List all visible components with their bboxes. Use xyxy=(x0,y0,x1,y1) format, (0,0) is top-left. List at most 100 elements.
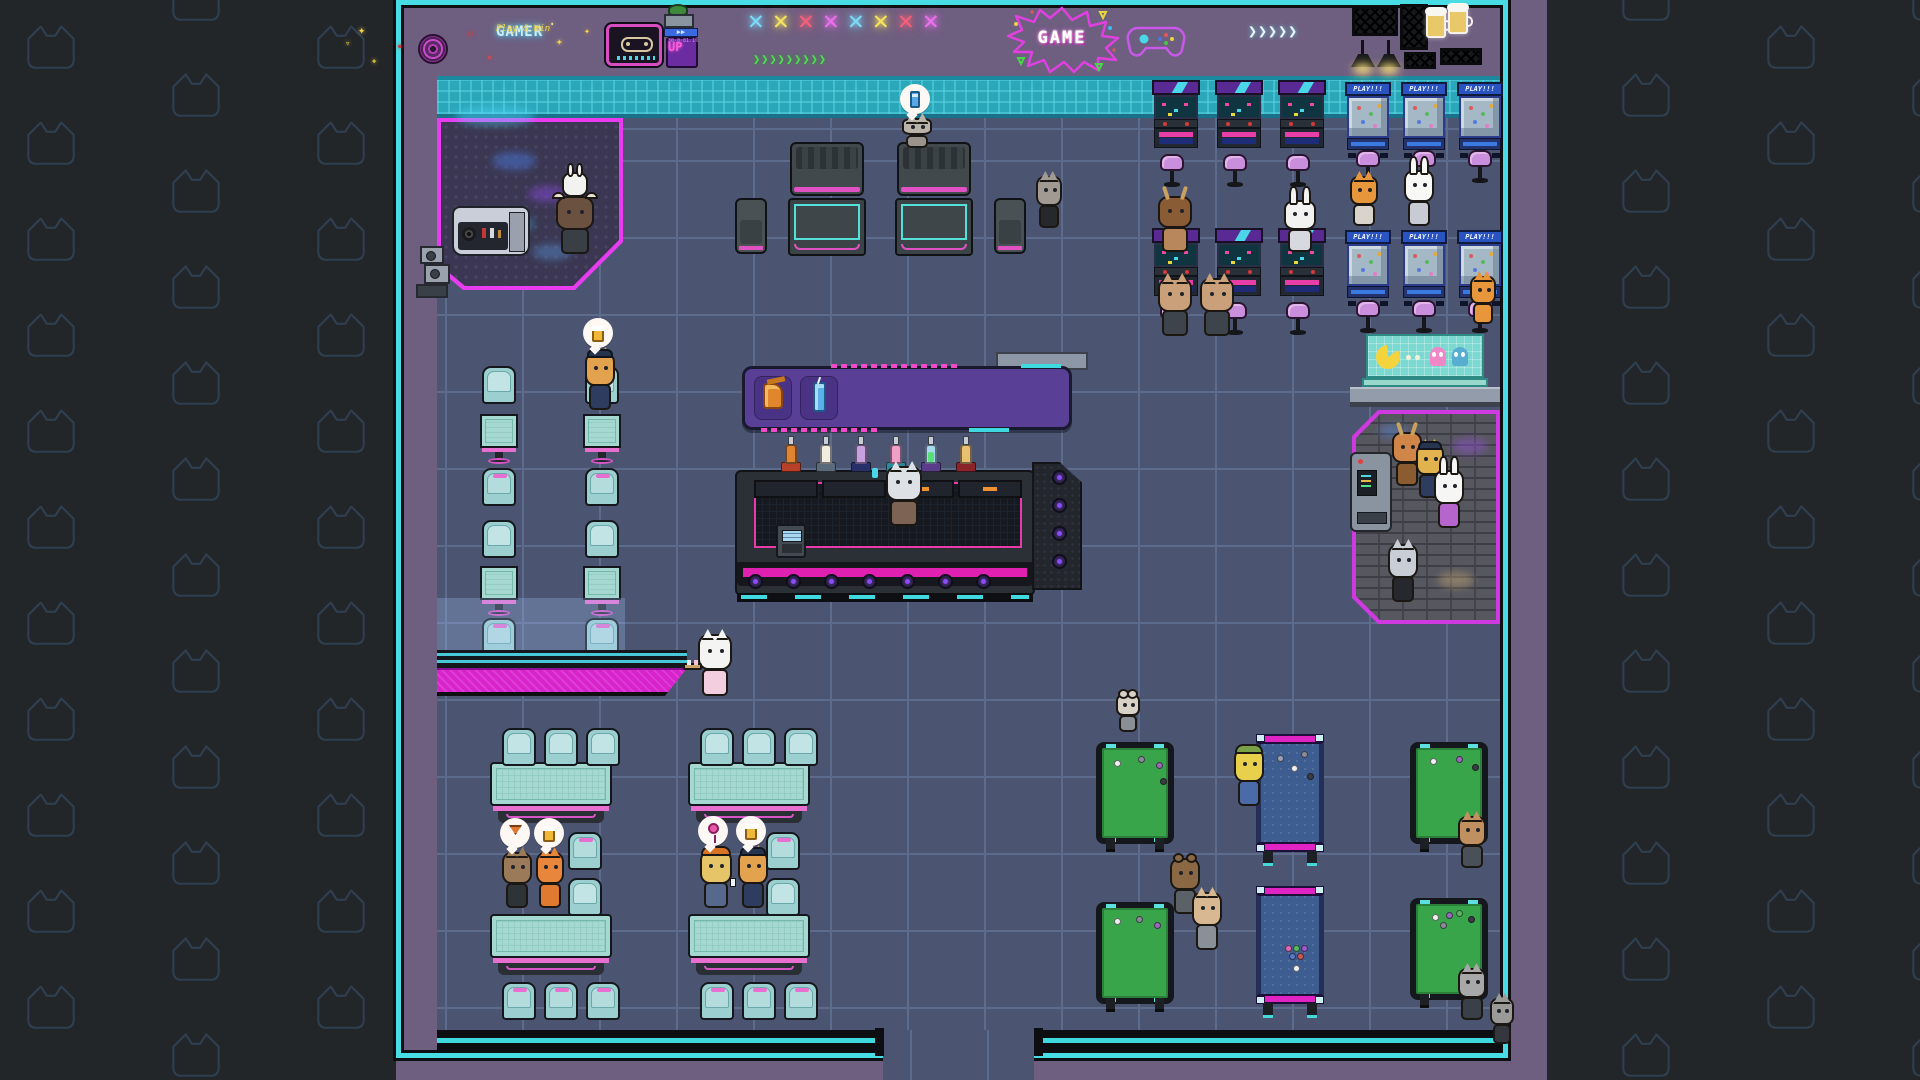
entrance-doorway[interactable] xyxy=(883,1030,1034,1080)
menu-slot-soda[interactable] xyxy=(800,376,838,420)
character-diner-tiger-pilot[interactable] xyxy=(738,850,768,908)
character-eyes xyxy=(1443,484,1447,488)
character-claw-orange-cat[interactable] xyxy=(1350,176,1378,226)
character-lounge-husky[interactable] xyxy=(1388,544,1418,602)
character-body xyxy=(1461,997,1482,1020)
dining-chair[interactable] xyxy=(784,982,818,1020)
arcade-stool[interactable] xyxy=(1223,154,1247,188)
seat-chair[interactable] xyxy=(482,520,516,558)
character-bartender-husky[interactable] xyxy=(886,466,922,526)
character-lounge-white-rabbit[interactable] xyxy=(1434,470,1464,528)
dining-chair[interactable] xyxy=(742,728,776,766)
character-eyes xyxy=(1201,906,1205,910)
beer-icon xyxy=(745,824,757,840)
dining-chair[interactable] xyxy=(742,982,776,1020)
dining-chair[interactable] xyxy=(502,728,536,766)
dining-chair[interactable] xyxy=(544,982,578,1020)
dining-chair[interactable] xyxy=(586,982,620,1020)
character-body xyxy=(890,500,917,526)
character-pool-brown-cat[interactable] xyxy=(1458,816,1486,868)
character-claw-white-bunny[interactable] xyxy=(1404,170,1434,226)
claw-machine[interactable]: PLAY!!! xyxy=(1345,230,1391,302)
dining-chair[interactable] xyxy=(766,878,800,916)
character-exit-gray-cat[interactable] xyxy=(1490,998,1514,1044)
dining-table[interactable] xyxy=(490,914,612,976)
character-diner-lion[interactable] xyxy=(700,850,732,908)
dining-chair[interactable] xyxy=(568,878,602,916)
character-arcade-deer[interactable] xyxy=(1158,196,1192,252)
seat-chair[interactable] xyxy=(585,520,619,558)
seat-table[interactable] xyxy=(583,414,621,464)
speech-bubble-beer xyxy=(583,318,613,348)
character-seat-tiger-pilot[interactable] xyxy=(585,352,615,410)
pool-table-blue[interactable] xyxy=(1256,736,1324,850)
pool-table-green[interactable] xyxy=(1096,742,1174,844)
dining-chair[interactable] xyxy=(700,982,734,1020)
arcade-stool[interactable] xyxy=(1286,154,1310,188)
seat-chair[interactable] xyxy=(585,468,619,506)
dining-table[interactable] xyxy=(688,914,810,976)
jukebox[interactable] xyxy=(1350,452,1392,532)
dining-chair[interactable] xyxy=(544,728,578,766)
character-pool-duck[interactable] xyxy=(1234,748,1264,806)
dining-chair[interactable] xyxy=(700,728,734,766)
rabbit-ear-icon xyxy=(1289,186,1298,205)
booth-table[interactable] xyxy=(895,198,973,256)
character-head xyxy=(1158,278,1192,312)
booth-side-chair[interactable] xyxy=(994,198,1026,254)
character-pool-hamster[interactable] xyxy=(1116,694,1140,732)
character-arcade-tan-cat-1[interactable] xyxy=(1158,278,1192,336)
pool-ball xyxy=(1277,755,1284,762)
pool-table-blue[interactable] xyxy=(1256,888,1324,1002)
dining-table[interactable] xyxy=(688,762,810,824)
character-arcade-tan-cat-2[interactable] xyxy=(1200,278,1234,336)
character-pool-gray-cat[interactable] xyxy=(1458,968,1486,1020)
dining-chair[interactable] xyxy=(502,982,536,1020)
arcade-stool[interactable] xyxy=(1356,300,1380,334)
dj-console[interactable] xyxy=(452,206,530,256)
character-waitress-maid-cat[interactable] xyxy=(698,634,732,696)
bar-wing-light xyxy=(1052,498,1067,513)
seat-chair[interactable] xyxy=(482,468,516,506)
character-dj-bull[interactable] xyxy=(556,196,594,254)
dining-chair[interactable] xyxy=(586,728,620,766)
claw-machine[interactable]: PLAY!!! xyxy=(1401,230,1447,302)
cyan-accent xyxy=(1021,364,1061,368)
arcade-cabinet[interactable] xyxy=(1215,80,1263,148)
character-pool-tan-cat[interactable] xyxy=(1192,892,1222,950)
arcade-cabinet[interactable] xyxy=(1152,80,1200,148)
arcade-cabinet[interactable] xyxy=(1278,80,1326,148)
subwoofer-box xyxy=(416,284,448,298)
arcade-stool[interactable] xyxy=(1286,302,1310,336)
character-sofa-tabby-cat[interactable] xyxy=(902,118,932,148)
arcade-stool[interactable] xyxy=(1468,150,1492,184)
dining-chair[interactable] xyxy=(766,832,800,870)
claw-machine[interactable]: PLAY!!! xyxy=(1401,82,1447,154)
character-diner-fox[interactable] xyxy=(536,852,564,908)
claw-machine[interactable]: PLAY!!! xyxy=(1345,82,1391,154)
seat-table[interactable] xyxy=(480,414,518,464)
character-body xyxy=(1353,204,1374,226)
character-walking-gray-cat[interactable] xyxy=(1036,176,1062,228)
dining-chair[interactable] xyxy=(568,832,602,870)
character-claw-orange-cat-2[interactable] xyxy=(1470,276,1496,324)
pool-table-green[interactable] xyxy=(1096,902,1174,1004)
booth-table[interactable] xyxy=(788,198,866,256)
booth-side-chair[interactable] xyxy=(735,198,767,254)
cash-register[interactable] xyxy=(776,524,806,558)
booth-sofa[interactable] xyxy=(897,142,971,196)
character-diner-raccoon[interactable] xyxy=(502,852,532,908)
character-body xyxy=(589,384,612,410)
character-body xyxy=(539,883,560,908)
arcade-stool[interactable] xyxy=(1160,154,1184,188)
menu-slot-cocktail[interactable] xyxy=(754,376,792,420)
dining-chair[interactable] xyxy=(784,728,818,766)
character-eyes xyxy=(1497,1009,1501,1013)
dining-table[interactable] xyxy=(490,762,612,824)
claw-machine[interactable]: PLAY!!! xyxy=(1457,82,1503,154)
arcade-stool[interactable] xyxy=(1412,300,1436,334)
booth-sofa[interactable] xyxy=(790,142,864,196)
seat-chair[interactable] xyxy=(482,366,516,404)
character-arcade-rabbit[interactable] xyxy=(1284,200,1316,252)
speech-bubble-can xyxy=(900,84,930,114)
